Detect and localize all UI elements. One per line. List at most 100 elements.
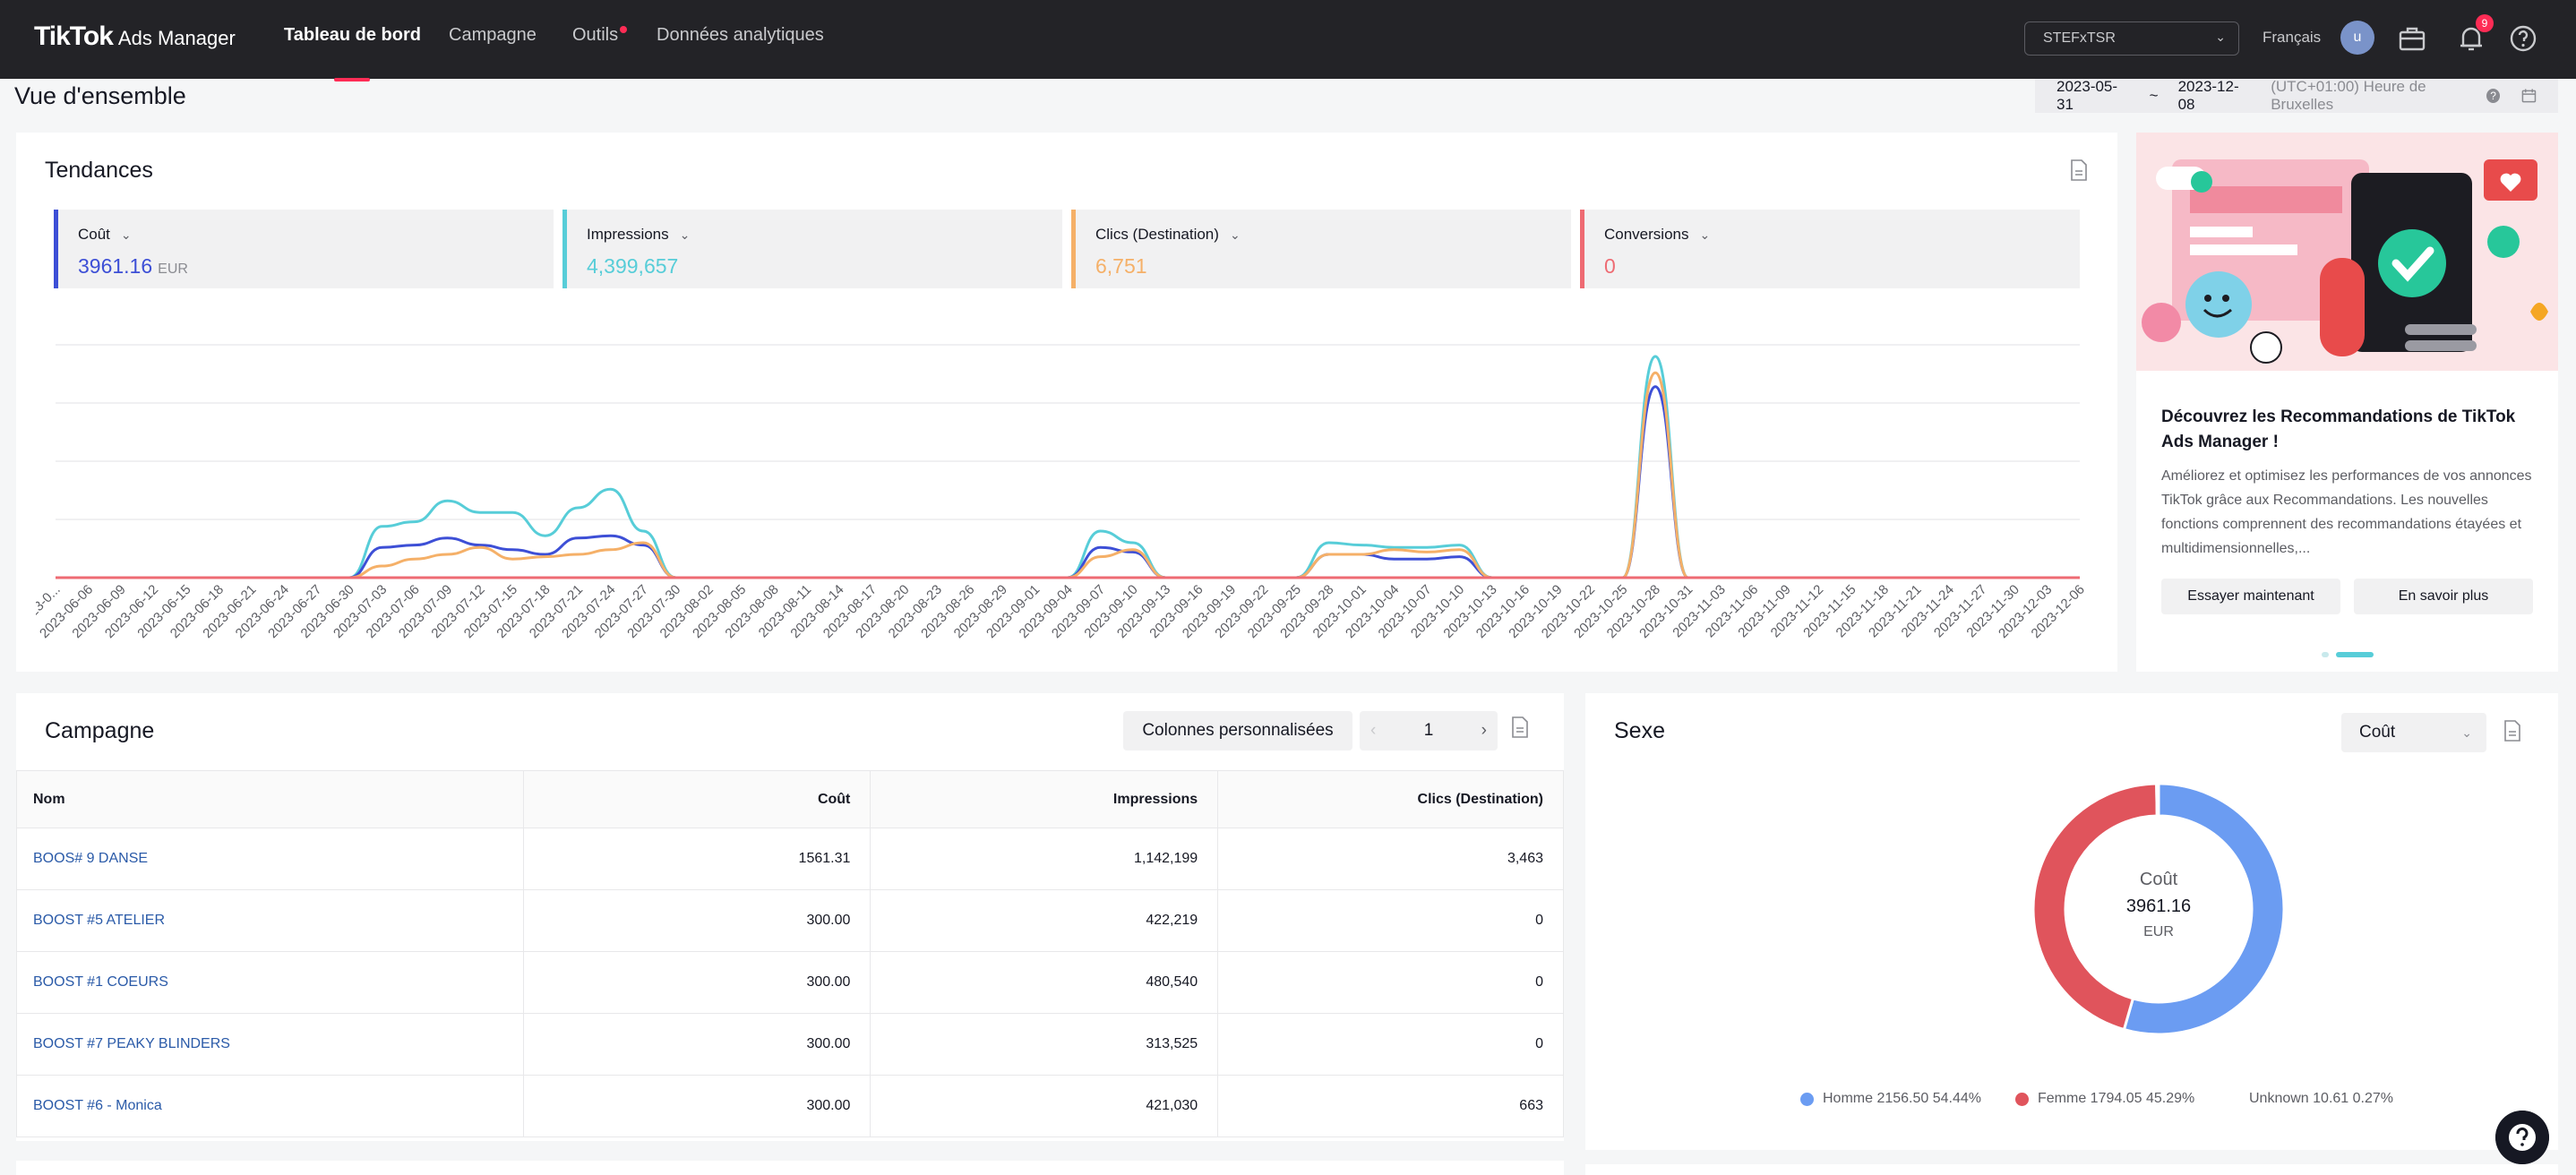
- metric-value: 6,751: [1095, 254, 1147, 278]
- export-icon[interactable]: [2503, 720, 2522, 742]
- metric-card-conversions[interactable]: Conversions ⌄ 0: [1580, 210, 2080, 288]
- tab-campaign[interactable]: Campagne: [449, 25, 537, 79]
- series-line-0[interactable]: [55, 355, 2080, 579]
- carousel-dot-active[interactable]: [2336, 652, 2374, 657]
- table-row: BOOST #7 PEAKY BLINDERS 300.00 313,525 0: [16, 1013, 1564, 1076]
- chevron-right-icon[interactable]: ›: [1481, 711, 1487, 750]
- export-icon[interactable]: [1510, 716, 1530, 738]
- column-header-name[interactable]: Nom: [16, 770, 524, 828]
- tools-new-dot: [620, 26, 627, 33]
- cost-cell: 300.00: [522, 951, 872, 1014]
- timezone-label: (UTC+01:00) Heure de Bruxelles: [2271, 78, 2426, 113]
- campaign-name-link[interactable]: BOOST #7 PEAKY BLINDERS: [16, 1013, 524, 1076]
- account-select[interactable]: STEFxTSR ⌄: [2024, 21, 2239, 56]
- donut-center-label: Coût: [2139, 870, 2178, 889]
- donut-center-unit: EUR: [2143, 924, 2174, 939]
- campaign-name-link[interactable]: BOOST #6 - Monica: [16, 1075, 524, 1137]
- avatar[interactable]: u: [2340, 21, 2374, 55]
- page-title: Vue d'ensemble: [14, 82, 186, 109]
- legend-swatch: [2015, 1092, 2029, 1106]
- chevron-left-icon[interactable]: ‹: [1370, 711, 1376, 750]
- chevron-down-icon[interactable]: ⌄: [1700, 227, 1711, 242]
- series-line-1[interactable]: [55, 385, 2080, 579]
- brand-name: TikTok: [34, 21, 114, 51]
- campaign-name-link[interactable]: BOOST #5 ATELIER: [16, 889, 524, 952]
- column-header-cost[interactable]: Coût: [522, 770, 872, 828]
- next-card-stub: [16, 1161, 1564, 1175]
- campaign-name-link[interactable]: BOOST #1 COEURS: [16, 951, 524, 1014]
- promo-illustration: [2136, 133, 2558, 371]
- metric-label: Coût: [78, 226, 110, 243]
- column-header-impressions[interactable]: Impressions: [870, 770, 1219, 828]
- tab-tools[interactable]: Outils: [572, 25, 618, 79]
- pagination: ‹ 1 ›: [1360, 711, 1498, 750]
- date-range-picker[interactable]: 2023-05-31 ~ 2023-12-08 (UTC+01:00) Heur…: [2035, 78, 2558, 113]
- metric-value: 0: [1604, 254, 1616, 278]
- legend-item-male[interactable]: Homme 2156.50 54.44%: [1800, 1091, 1981, 1107]
- promo-description: Améliorez et optimisez les performances …: [2161, 468, 2532, 556]
- briefcase-icon[interactable]: [2397, 23, 2427, 54]
- date-separator: ~: [2149, 87, 2159, 104]
- impressions-cell: 480,540: [870, 951, 1219, 1014]
- cost-cell: 300.00: [522, 1075, 872, 1137]
- next-card-stub: [1585, 1164, 2558, 1175]
- promo-title: Découvrez les Recommandations de TikTok …: [2161, 407, 2516, 451]
- table-row: BOOST #6 - Monica 300.00 421,030 663: [16, 1075, 1564, 1137]
- column-header-clicks[interactable]: Clics (Destination): [1217, 770, 1564, 828]
- try-now-button[interactable]: Essayer maintenant: [2161, 579, 2340, 614]
- impressions-cell: 422,219: [870, 889, 1219, 952]
- chevron-down-icon: ⌄: [2461, 725, 2472, 740]
- export-icon[interactable]: [2069, 159, 2089, 181]
- carousel-dot[interactable]: [2322, 652, 2329, 657]
- clicks-cell: 0: [1217, 951, 1564, 1014]
- notification-count-badge: 9: [2476, 14, 2494, 32]
- metric-value: 4,399,657: [587, 254, 679, 278]
- legend-item-unknown[interactable]: Unknown 10.61 0.27%: [2227, 1091, 2393, 1107]
- question-icon[interactable]: ?: [2486, 89, 2501, 103]
- cost-cell: 300.00: [522, 889, 872, 952]
- learn-more-button[interactable]: En savoir plus: [2354, 579, 2533, 614]
- metric-value: 3961.16: [78, 254, 153, 278]
- chevron-down-icon[interactable]: ⌄: [121, 227, 132, 242]
- table-row: BOOST #1 COEURS 300.00 480,540 0: [16, 951, 1564, 1014]
- chevron-down-icon[interactable]: ⌄: [1230, 227, 1241, 242]
- metric-label: Clics (Destination): [1095, 226, 1219, 243]
- metric-label: Impressions: [587, 226, 669, 243]
- campaign-title: Campagne: [45, 718, 155, 743]
- chevron-down-icon: ⌄: [2215, 30, 2226, 44]
- clicks-cell: 663: [1217, 1075, 1564, 1137]
- top-navigation: TikTok Ads Manager Tableau de bord Campa…: [0, 0, 2576, 81]
- legend-item-female[interactable]: Femme 1794.05 45.29%: [2015, 1091, 2194, 1107]
- chevron-down-icon[interactable]: ⌄: [680, 227, 691, 242]
- page-number[interactable]: 1: [1424, 721, 1434, 740]
- cost-cell: 1561.31: [522, 828, 872, 890]
- metric-card-clicks[interactable]: Clics (Destination) ⌄ 6,751: [1071, 210, 1571, 288]
- donut-center-value: 3961.16: [2125, 896, 2192, 916]
- help-icon[interactable]: [2508, 23, 2538, 54]
- metric-card-cost[interactable]: Coût ⌄ 3961.16 EUR: [54, 210, 554, 288]
- gender-metric-select[interactable]: Coût ⌄: [2341, 713, 2486, 752]
- help-chat-button[interactable]: [2495, 1111, 2549, 1164]
- language-switch[interactable]: Français: [2263, 29, 2321, 47]
- clicks-cell: 3,463: [1217, 828, 1564, 890]
- gender-title: Sexe: [1614, 718, 1665, 743]
- legend-label: Homme 2156.50 54.44%: [1823, 1091, 1981, 1106]
- legend-label: Femme 1794.05 45.29%: [2038, 1091, 2195, 1106]
- calendar-icon[interactable]: [2521, 88, 2537, 104]
- clicks-cell: 0: [1217, 1013, 1564, 1076]
- tiktok-ads-logo[interactable]: TikTok Ads Manager: [34, 21, 236, 52]
- date-end: 2023-12-08: [2177, 78, 2239, 113]
- account-name: STEFxTSR: [2043, 30, 2116, 46]
- table-row: BOOST #5 ATELIER 300.00 422,219 0: [16, 889, 1564, 952]
- donut-slice-2[interactable]: [2155, 782, 2160, 818]
- trend-line-chart[interactable]: 2023-0...2023-06-062023-06-092023-06-122…: [36, 331, 2096, 663]
- tab-dashboard[interactable]: Tableau de bord: [284, 25, 421, 81]
- tab-analytics[interactable]: Données analytiques: [657, 25, 824, 79]
- trends-title: Tendances: [45, 158, 153, 183]
- impressions-cell: 421,030: [870, 1075, 1219, 1137]
- metric-card-impressions[interactable]: Impressions ⌄ 4,399,657: [562, 210, 1062, 288]
- impressions-cell: 1,142,199: [870, 828, 1219, 890]
- custom-columns-button[interactable]: Colonnes personnalisées: [1123, 711, 1352, 750]
- campaign-name-link[interactable]: BOOS# 9 DANSE: [16, 828, 524, 890]
- campaign-table: Nom Coût Impressions Clics (Destination)…: [16, 770, 1564, 1137]
